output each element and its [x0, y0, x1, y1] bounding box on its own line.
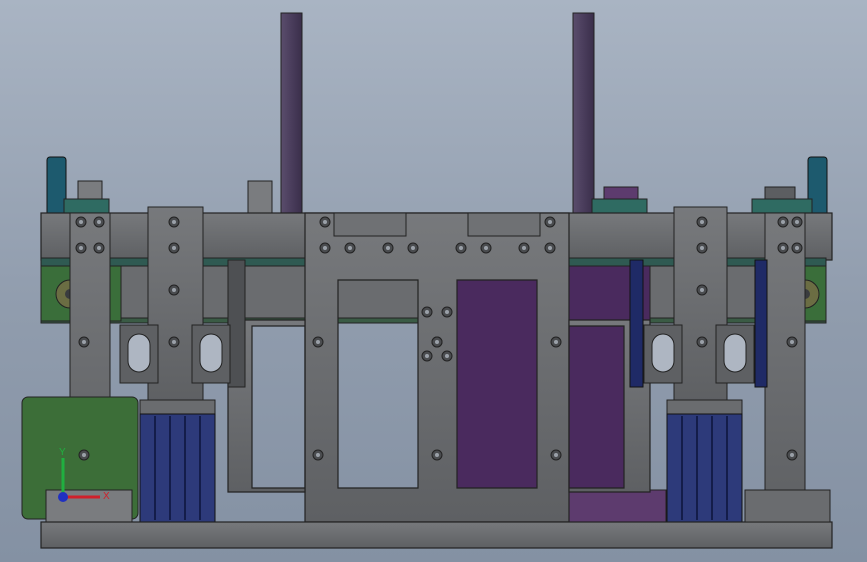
bolt-hole-center	[386, 246, 390, 250]
bolt-hole-center	[554, 340, 558, 344]
bolt-hole-center	[548, 220, 552, 224]
z-axis-dot	[58, 492, 68, 502]
bolt-hole-center	[700, 288, 704, 292]
mid-left-clamp-block	[247, 180, 273, 214]
bolt-hole-center	[459, 246, 463, 250]
top-teal-strip-left	[63, 198, 110, 214]
bolt-hole-center	[172, 288, 176, 292]
left-slider-bar	[227, 259, 246, 388]
bolt-hole-center	[348, 246, 352, 250]
bolt-hole-center	[700, 220, 704, 224]
bolt-hole-center	[97, 220, 101, 224]
bolt-hole-center	[548, 246, 552, 250]
left-cylinder-cap	[139, 399, 216, 415]
bolt-hole-center	[323, 220, 327, 224]
bolt-hole-center	[79, 246, 83, 250]
left-handle	[46, 156, 67, 218]
bolt-hole-center	[411, 246, 415, 250]
bolt-hole-center	[172, 220, 176, 224]
bolt-hole-center	[554, 453, 558, 457]
y-axis-label: Y	[59, 447, 66, 458]
bolt-hole-center	[323, 246, 327, 250]
center-top-tab-left	[333, 212, 407, 237]
right-blue-bar-a	[629, 259, 644, 388]
bolt-hole-center	[82, 453, 86, 457]
bolt-hole-center	[790, 453, 794, 457]
bolt-hole-center	[82, 340, 86, 344]
bolt-hole-center	[790, 340, 794, 344]
right-cylinder-cap	[666, 399, 743, 415]
bolt-hole-center	[781, 220, 785, 224]
right-blue-bar-b	[754, 259, 768, 388]
bolt-hole-center	[445, 354, 449, 358]
right-base-foot	[744, 489, 831, 523]
bolt-hole-center	[484, 246, 488, 250]
x-axis-label: X	[103, 491, 110, 502]
bolt-hole-center	[435, 340, 439, 344]
bolt-hole-center	[79, 220, 83, 224]
bolt-hole-center	[172, 246, 176, 250]
bolt-hole-center	[781, 246, 785, 250]
bolt-hole-center	[700, 340, 704, 344]
left-guide-rod	[280, 12, 303, 220]
base-plate	[40, 521, 833, 549]
cad-viewport[interactable]: Y X	[0, 0, 867, 562]
right-cylinder	[666, 413, 743, 523]
top-teal-strip-right	[751, 198, 813, 214]
right-outer-column	[764, 212, 806, 524]
bolt-hole-center	[172, 340, 176, 344]
bolt-hole-center	[97, 246, 101, 250]
top-teal-strip	[591, 198, 648, 214]
bolt-hole-center	[435, 453, 439, 457]
bolt-hole-center	[795, 220, 799, 224]
left-cylinder	[139, 413, 216, 523]
bolt-hole-center	[795, 246, 799, 250]
bolt-hole-center	[425, 354, 429, 358]
bolt-hole-center	[316, 453, 320, 457]
bolt-hole-center	[700, 246, 704, 250]
center-top-tab-right	[467, 212, 541, 237]
bolt-hole-center	[316, 340, 320, 344]
machine-assembly-drawing: Y X	[21, 12, 833, 549]
bolt-hole-center	[425, 310, 429, 314]
right-guide-rod	[572, 12, 595, 220]
bolt-hole-center	[445, 310, 449, 314]
bolt-hole-center	[522, 246, 526, 250]
rear-purple-plate-foot	[567, 489, 667, 523]
